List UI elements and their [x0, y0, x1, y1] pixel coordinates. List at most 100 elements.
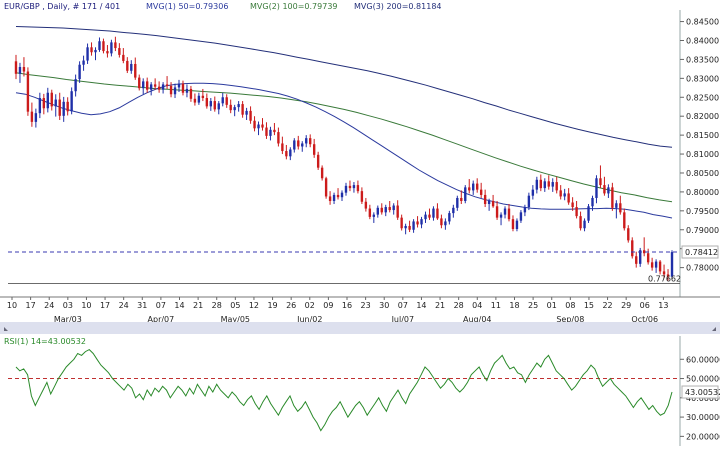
candle-body — [42, 98, 46, 109]
candle-body — [615, 203, 618, 208]
rsi-label: RSI(1) 14=43.00532 — [4, 337, 86, 346]
candle-body — [380, 207, 383, 213]
date-tick-label: 07 — [398, 301, 408, 310]
candle-body — [507, 208, 511, 220]
candle-body — [289, 149, 292, 157]
date-tick-label: 24 — [119, 301, 129, 310]
candle-body — [257, 124, 260, 129]
chart-legend: EUR/GBP , Daily, # 171 / 401 MVG(1) 50=0.… — [4, 2, 442, 11]
candle-body — [221, 97, 224, 104]
candle-body — [436, 208, 439, 219]
candle-body — [213, 101, 216, 110]
candle-body — [118, 48, 121, 55]
candle-body — [440, 218, 443, 226]
candle-body — [352, 185, 356, 189]
date-tick-label: 01 — [547, 301, 557, 310]
candle-body — [579, 216, 582, 229]
candle-body — [444, 221, 447, 226]
price-tick-label: 0.84500 — [686, 18, 719, 27]
candle-body — [583, 220, 586, 229]
candle-body — [336, 194, 340, 198]
candle-body — [66, 101, 69, 112]
candle-body — [38, 98, 42, 114]
candle-body — [146, 81, 149, 90]
candle-body — [527, 195, 531, 208]
candle-body — [106, 51, 109, 54]
candle-body — [472, 183, 475, 191]
candle-body — [392, 205, 395, 211]
candle-body — [189, 88, 193, 99]
candle-body — [595, 178, 598, 198]
candle-body — [26, 71, 30, 112]
chart-background — [0, 0, 720, 446]
candle-body — [34, 113, 38, 122]
candle-body — [396, 205, 399, 218]
chart-stage: EUR/GBP , Daily, # 171 / 401 MVG(1) 50=0.… — [0, 0, 720, 446]
candle-body — [173, 87, 177, 95]
candle-body — [404, 225, 407, 229]
date-tick-label: 14 — [416, 301, 426, 310]
candle-body — [356, 185, 360, 192]
candle-body — [217, 103, 220, 110]
candle-body — [153, 84, 157, 87]
candle-body — [14, 61, 18, 74]
candle-body — [563, 193, 566, 197]
candle-body — [110, 42, 113, 54]
candle-body — [464, 187, 467, 201]
candle-body — [126, 60, 129, 71]
candle-body — [297, 140, 300, 147]
candle-body — [388, 207, 391, 211]
candle-body — [611, 187, 614, 208]
date-tick-label: 19 — [267, 301, 277, 310]
candle-body — [277, 132, 280, 144]
price-tick-label: 0.81500 — [686, 131, 719, 140]
candle-body — [181, 83, 185, 93]
candle-body — [74, 79, 77, 92]
date-tick-label: 14 — [174, 301, 184, 310]
candle-body — [169, 85, 173, 95]
candle-body — [209, 101, 212, 107]
candle-body — [555, 182, 558, 191]
date-tick-label: 28 — [212, 301, 222, 310]
date-tick-label: 16 — [342, 301, 352, 310]
candle-body — [22, 66, 26, 72]
candle-body — [491, 200, 495, 207]
candle-body — [316, 154, 320, 168]
candle-body — [205, 98, 209, 107]
date-tick-label: 18 — [509, 301, 519, 310]
date-tick-label: 13 — [658, 301, 668, 310]
date-tick-label: 08 — [565, 301, 575, 310]
candle-body — [619, 203, 622, 213]
candle-body — [650, 262, 654, 268]
candle-body — [658, 261, 662, 272]
price-tick-label: 0.80000 — [686, 188, 719, 197]
candle-body — [456, 197, 459, 208]
candle-body — [515, 220, 519, 230]
candle-body — [114, 42, 117, 49]
candle-body — [348, 185, 352, 189]
low-price-label: 0.77662 — [648, 274, 681, 283]
candle-body — [157, 86, 161, 90]
candle-body — [670, 252, 674, 277]
candle-body — [309, 138, 312, 145]
candle-body — [301, 143, 304, 147]
candle-body — [499, 214, 503, 218]
candle-body — [328, 196, 332, 201]
candle-body — [86, 47, 89, 61]
candle-body — [571, 202, 574, 208]
candle-body — [320, 167, 324, 179]
candle-body — [197, 95, 201, 103]
legend-item: MVG(1) 50=0.79306 — [146, 2, 228, 11]
date-tick-label: 07 — [156, 301, 166, 310]
candle-body — [165, 84, 169, 86]
candle-body — [94, 49, 97, 53]
candle-body — [122, 54, 125, 61]
rsi-last-label: 43.00532 — [685, 388, 720, 397]
candle-body — [372, 214, 376, 217]
candle-body — [50, 92, 53, 107]
price-tick-label: 0.83500 — [686, 55, 719, 64]
rsi-tick-label: 60.00000 — [686, 355, 720, 364]
rsi-tick-label: 20.00000 — [686, 432, 720, 441]
candle-body — [623, 212, 626, 229]
candle-body — [245, 110, 248, 115]
